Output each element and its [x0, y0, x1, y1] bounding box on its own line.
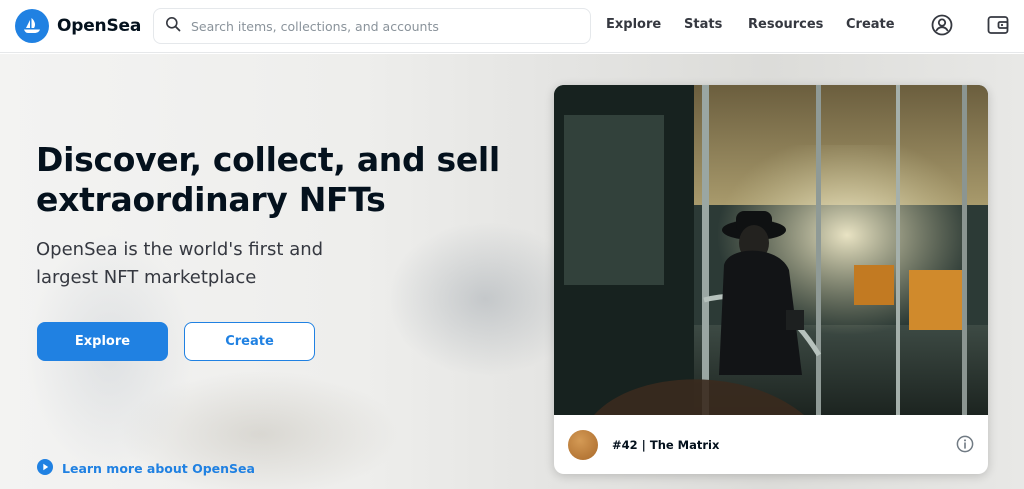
explore-button[interactable]: Explore — [37, 322, 168, 361]
nav-link-create[interactable]: Create — [846, 17, 895, 32]
brand-logo[interactable]: OpenSea — [15, 9, 141, 43]
search-icon — [165, 16, 181, 36]
nav-link-resources[interactable]: Resources — [748, 17, 823, 32]
create-button[interactable]: Create — [184, 322, 315, 361]
info-icon[interactable] — [956, 435, 974, 453]
hero-title: Discover, collect, and sell extraordinar… — [36, 140, 500, 219]
search-input[interactable] — [191, 18, 571, 34]
learn-more-link[interactable]: Learn more about OpenSea — [37, 459, 255, 478]
nav-link-stats[interactable]: Stats — [684, 17, 722, 32]
profile-icon[interactable] — [930, 13, 954, 37]
top-navigation: OpenSea Explore Stats Resources Create — [0, 0, 1024, 53]
nav-link-explore[interactable]: Explore — [606, 17, 661, 32]
creator-avatar[interactable] — [568, 429, 598, 460]
hero-subtitle: OpenSea is the world's first and largest… — [36, 239, 324, 288]
featured-nft-footer: #42 | The Matrix — [554, 415, 988, 474]
learn-more-label: Learn more about OpenSea — [62, 461, 255, 476]
opensea-logo-icon — [15, 9, 49, 43]
featured-nft-card[interactable]: #42 | The Matrix — [554, 85, 988, 474]
featured-nft-image — [554, 85, 988, 415]
wallet-icon[interactable] — [986, 13, 1010, 37]
search-bar[interactable] — [153, 8, 591, 44]
play-circle-icon — [37, 459, 53, 478]
hero-section: Discover, collect, and sell extraordinar… — [0, 54, 1024, 489]
brand-name: OpenSea — [57, 16, 142, 36]
featured-nft-title[interactable]: #42 | The Matrix — [612, 438, 719, 452]
